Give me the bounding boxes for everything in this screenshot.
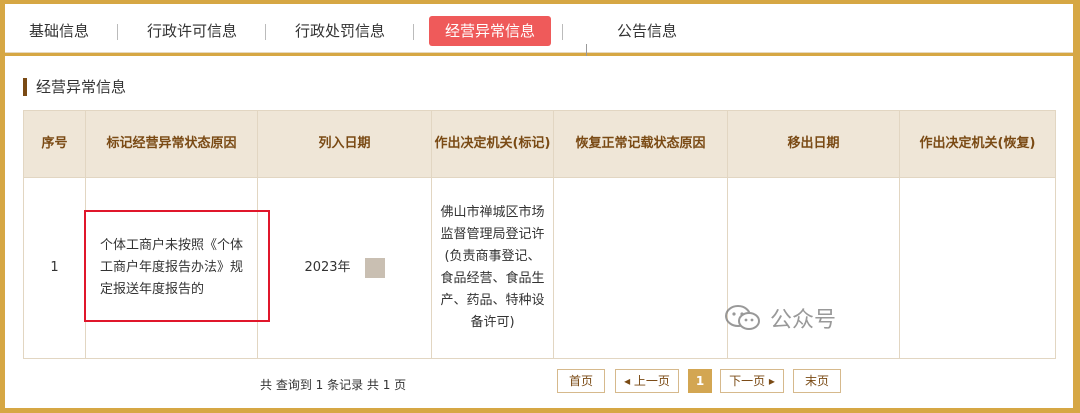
tab-basic-info[interactable]: 基础信息 <box>29 16 89 46</box>
tab-separator <box>413 24 414 40</box>
tab-separator <box>117 24 118 40</box>
col-header-index: 序号 <box>23 110 86 178</box>
col-header-reason: 标记经营异常状态原因 <box>85 110 258 178</box>
cell-index: 1 <box>23 177 86 359</box>
prev-page-button[interactable]: ◂ 上一页 <box>615 369 679 393</box>
prev-page-label: 上一页 <box>633 374 670 388</box>
section-title: 经营异常信息 <box>23 78 126 96</box>
cell-date-in: 2023年 <box>257 177 432 359</box>
record-summary: 共 查询到 1 条记录 共 1 页 <box>260 378 407 392</box>
cell-authority-restore <box>899 177 1056 359</box>
tab-separator <box>265 24 266 40</box>
date-in-text: 2023年 <box>304 260 351 275</box>
watermark-text: 公众号 <box>770 308 837 333</box>
tab-admin-penalty[interactable]: 行政处罚信息 <box>295 16 385 46</box>
tab-separator <box>562 24 563 40</box>
next-page-label: 下一页 <box>729 374 766 388</box>
first-page-button[interactable]: 首页 <box>557 369 605 393</box>
wechat-icon <box>725 305 760 330</box>
authority-name: 佛山市禅城区市场监督管理局登记许 <box>440 205 545 242</box>
next-page-button[interactable]: 下一页 ▸ <box>720 369 784 393</box>
table-row: 1 个体工商户未按照《个体工商户年度报告办法》规定报送年度报告的 2023年 佛… <box>23 177 1056 359</box>
cell-authority: 佛山市禅城区市场监督管理局登记许 (负责商事登记、食品经营、食品生产、药品、特种… <box>431 177 554 359</box>
content-panel: 经营异常信息 序号 标记经营异常状态原因 列入日期 作出决定机关(标记) 恢复正… <box>5 56 1073 408</box>
tab-announcement[interactable]: 公告信息 <box>617 16 677 46</box>
col-header-date-out: 移出日期 <box>727 110 900 178</box>
col-header-authority: 作出决定机关(标记) <box>431 110 554 178</box>
table-header-row: 序号 标记经营异常状态原因 列入日期 作出决定机关(标记) 恢复正常记载状态原因… <box>23 110 1056 178</box>
cell-restore-reason <box>553 177 728 359</box>
pagination-bar: 共 查询到 1 条记录 共 1 页 首页 ◂ 上一页 1 下一页 ▸ 末页 <box>23 358 1055 408</box>
page-number-current[interactable]: 1 <box>688 369 712 393</box>
authority-scope: (负责商事登记、食品经营、食品生产、药品、特种设备许可) <box>440 249 545 330</box>
tab-admin-license[interactable]: 行政许可信息 <box>147 16 237 46</box>
cell-reason: 个体工商户未按照《个体工商户年度报告办法》规定报送年度报告的 <box>85 177 258 359</box>
tab-bar: 基础信息 行政许可信息 行政处罚信息 经营异常信息 公告信息 <box>5 4 1073 53</box>
last-page-button[interactable]: 末页 <box>793 369 841 393</box>
col-header-authority-restore: 作出决定机关(恢复) <box>899 110 1056 178</box>
tab-business-abnormal[interactable]: 经营异常信息 <box>429 16 552 46</box>
col-header-restore-reason: 恢复正常记载状态原因 <box>553 110 728 178</box>
watermark: 公众号 <box>724 302 836 334</box>
redacted-block <box>364 257 385 278</box>
abnormal-info-table: 序号 标记经营异常状态原因 列入日期 作出决定机关(标记) 恢复正常记载状态原因… <box>23 110 1056 359</box>
col-header-date-in: 列入日期 <box>257 110 432 178</box>
